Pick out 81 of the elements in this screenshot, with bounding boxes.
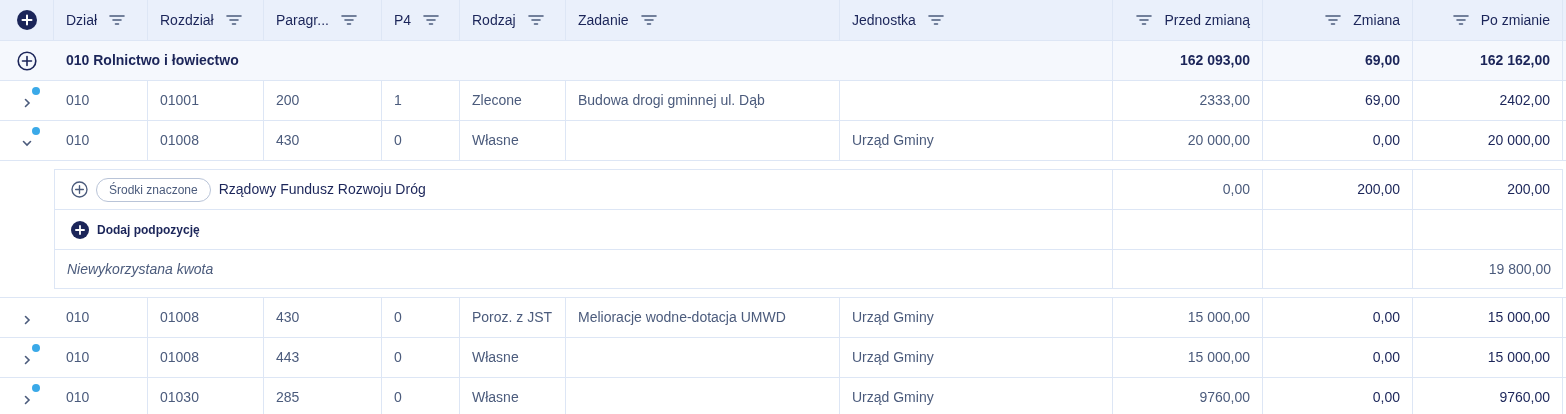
table-cell-text: 01008 — [160, 348, 199, 367]
table-cell-text: Budowa drogi gminnej ul. Dąb — [578, 91, 765, 110]
column-header[interactable]: Paragr... — [276, 9, 329, 31]
table-cell-text: 010 — [66, 348, 90, 367]
table-cell-text: 443 — [276, 348, 300, 367]
table-cell-text: 200 — [276, 91, 300, 110]
column-header[interactable]: Rodzaj — [472, 9, 516, 31]
table-cell-text: Urząd Gminy — [852, 388, 934, 407]
filter-icon[interactable] — [1136, 14, 1153, 26]
column-header[interactable]: Po zmianie — [1480, 9, 1550, 31]
table-cell-text: 20 000,00 — [1187, 131, 1250, 150]
table-cell-text: 0 — [394, 388, 402, 407]
table-cell-text: 01030 — [160, 388, 199, 407]
table-cell-text: 15 000,00 — [1187, 308, 1250, 327]
table-cell-text: Melioracje wodne-dotacja UMWD — [578, 308, 786, 327]
table-cell-text: 0 — [394, 308, 402, 327]
table-cell-text: 0 — [394, 131, 402, 150]
filter-icon[interactable] — [340, 14, 357, 26]
column-header[interactable]: Dział — [66, 9, 98, 31]
table-cell-text: 2402,00 — [1499, 91, 1550, 110]
filter-icon[interactable] — [927, 14, 944, 26]
group-total: 162 093,00 — [1179, 51, 1250, 70]
filter-icon[interactable] — [423, 14, 440, 26]
column-header[interactable]: Zmiana — [1353, 9, 1400, 31]
add-icon[interactable] — [71, 220, 89, 239]
column-header[interactable]: Jednostka — [852, 9, 916, 31]
column-header[interactable]: Zadanie — [578, 9, 629, 31]
filter-icon[interactable] — [527, 14, 544, 26]
table-cell-text: Własne — [472, 131, 519, 150]
filter-icon[interactable] — [225, 14, 242, 26]
table-cell-text: 430 — [276, 131, 300, 150]
table-cell-text: 010 — [66, 91, 90, 110]
filter-icon[interactable] — [1325, 14, 1342, 26]
table-cell-text: 010 — [66, 388, 90, 407]
group-total: 162 162,00 — [1479, 51, 1550, 70]
table-cell-text: 9760,00 — [1499, 388, 1550, 407]
table-cell-text: 200,00 — [1357, 180, 1400, 199]
column-header[interactable]: Przed zmianą — [1164, 9, 1250, 31]
table-cell-text: 15 000,00 — [1487, 308, 1550, 327]
add-icon[interactable] — [71, 181, 88, 198]
group-title: 010 Rolnictwo i łowiectwo — [66, 51, 239, 70]
table-cell-text: Własne — [472, 348, 519, 367]
table-cell-text: Urząd Gminy — [852, 308, 934, 327]
table-cell-text: Poroz. z JST — [472, 308, 553, 327]
column-header[interactable]: Rozdział — [160, 9, 214, 31]
table-cell-text: 0,00 — [1372, 131, 1400, 150]
table-cell-text: 200,00 — [1507, 180, 1550, 199]
table-cell-text: Urząd Gminy — [852, 348, 934, 367]
table-cell-text: 01008 — [160, 131, 199, 150]
filter-icon[interactable] — [640, 14, 657, 26]
table-cell-text: 15 000,00 — [1187, 348, 1250, 367]
table-cell-text: 010 — [66, 131, 90, 150]
table-cell-text: 285 — [276, 388, 300, 407]
table-cell-text: 0,00 — [1372, 388, 1400, 407]
filter-icon[interactable] — [1452, 14, 1469, 26]
table-cell-text: Zlecone — [472, 91, 522, 110]
expand-icon[interactable] — [17, 50, 37, 71]
table-cell-text: 0,00 — [1222, 180, 1250, 199]
table-cell-text: 430 — [276, 308, 300, 327]
table-cell-text: 9760,00 — [1199, 388, 1250, 407]
unused-amount: 19 800,00 — [1488, 259, 1551, 279]
table-cell-text: 0,00 — [1372, 348, 1400, 367]
add-subitem-button[interactable]: Dodaj podpozycję — [71, 220, 200, 239]
add-icon[interactable] — [16, 10, 37, 30]
table-cell-text: Własne — [472, 388, 519, 407]
unused-label: Niewykorzystana kwota — [67, 259, 214, 279]
table-cell-text: 0,00 — [1372, 308, 1400, 327]
table-cell-text: 69,00 — [1364, 91, 1400, 110]
table-cell-text: 0 — [394, 348, 402, 367]
column-header[interactable]: P4 — [394, 9, 412, 31]
table-cell-text: 010 — [66, 308, 90, 327]
group-total: 69,00 — [1364, 51, 1400, 70]
table-cell-text: Urząd Gminy — [852, 131, 934, 150]
table-cell-text: 01008 — [160, 308, 199, 327]
item-name: Rządowy Fundusz Rozwoju Dróg — [218, 180, 426, 199]
table-cell-text: 1 — [394, 91, 402, 110]
table-cell-text: 2333,00 — [1199, 91, 1250, 110]
table-cell-text: 01001 — [160, 91, 199, 110]
table-cell-text: 20 000,00 — [1487, 131, 1550, 150]
table-cell-text: 15 000,00 — [1487, 348, 1550, 367]
filter-icon[interactable] — [109, 14, 126, 26]
